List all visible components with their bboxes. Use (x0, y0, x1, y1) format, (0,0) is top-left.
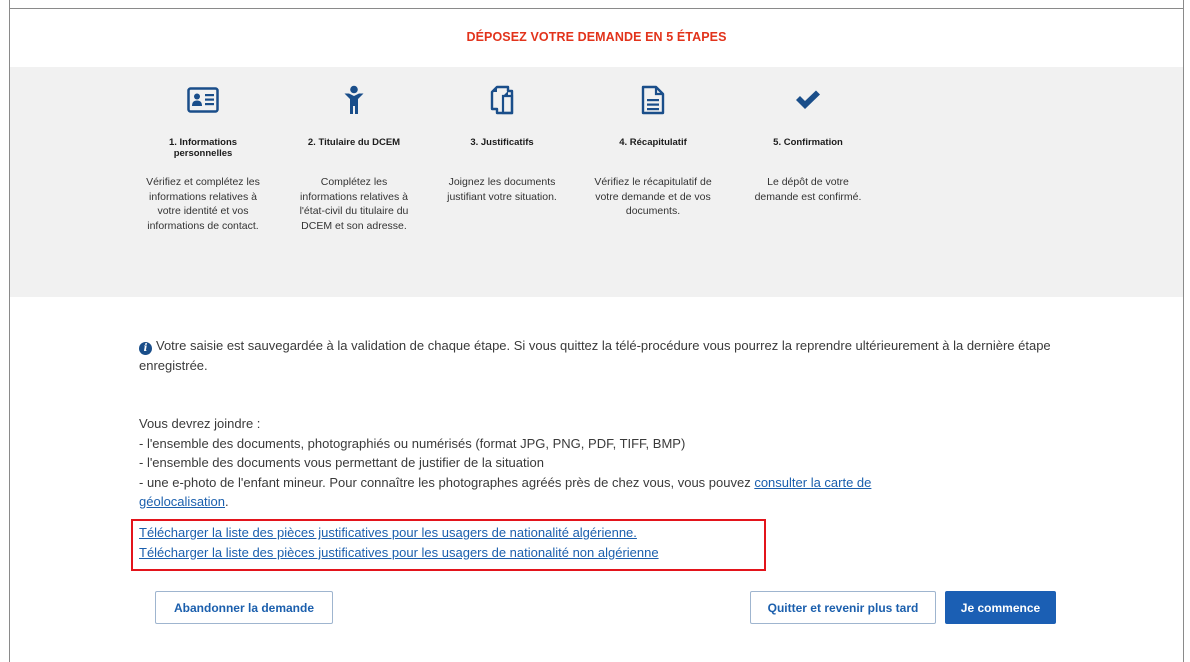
steps-band: 1. Informations personnelles Vérifiez et… (10, 67, 1183, 297)
step-label: 2. Titulaire du DCEM (307, 137, 401, 148)
step-informations-personnelles: 1. Informations personnelles Vérifiez et… (143, 85, 263, 233)
start-button[interactable]: Je commence (945, 591, 1056, 624)
requirement-item-text: - une e-photo de l'enfant mineur. Pour c… (139, 474, 755, 490)
step-titulaire-dcem: 2. Titulaire du DCEM Complétez les infor… (294, 85, 414, 233)
step-description: Complétez les informations relatives à l… (299, 176, 409, 232)
requirement-item: - une e-photo de l'enfant mineur. Pour c… (139, 473, 1059, 493)
download-links: Télécharger la liste des pièces justific… (139, 523, 659, 562)
requirements-intro: Vous devrez joindre : (139, 416, 261, 431)
info-icon: i (139, 342, 152, 355)
child-person-icon (294, 85, 414, 115)
download-algerian-list-link[interactable]: Télécharger la liste des pièces justific… (139, 525, 637, 540)
step-description: Le dépôt de votre demande est confirmé. (754, 176, 862, 203)
requirement-item-continued: géolocalisation. (139, 492, 1059, 512)
id-card-icon (143, 85, 263, 115)
step-recapitulatif: 4. Récapitulatif Vérifiez le récapitulat… (593, 85, 713, 219)
step-label: 1. Informations personnelles (168, 137, 238, 159)
step-description: Joignez les documents justifiant votre s… (447, 176, 557, 203)
checkmark-icon (748, 85, 868, 115)
geolocation-map-link[interactable]: consulter la carte de (754, 475, 871, 490)
documents-icon (442, 85, 562, 115)
step-label: 5. Confirmation (773, 137, 843, 148)
abandon-request-button[interactable]: Abandonner la demande (155, 591, 333, 624)
step-label: 3. Justificatifs (470, 137, 534, 148)
step-justificatifs: 3. Justificatifs Joignez les documents j… (442, 85, 562, 204)
step-confirmation: 5. Confirmation Le dépôt de votre demand… (748, 85, 868, 204)
requirement-item: - l'ensemble des documents vous permetta… (139, 455, 544, 470)
file-text-icon (593, 85, 713, 115)
quit-and-return-later-button[interactable]: Quitter et revenir plus tard (750, 591, 936, 624)
save-info-text: Votre saisie est sauvegardée à la valida… (139, 338, 1051, 373)
requirements-list: Vous devrez joindre : - l'ensemble des d… (139, 414, 1059, 512)
requirement-item-suffix: . (225, 494, 229, 509)
step-description: Vérifiez et complétez les informations r… (146, 176, 260, 232)
step-label: 4. Récapitulatif (619, 137, 687, 148)
geolocation-map-link-continued[interactable]: géolocalisation (139, 494, 225, 509)
download-non-algerian-list-link[interactable]: Télécharger la liste des pièces justific… (139, 545, 659, 560)
requirement-item: - l'ensemble des documents, photographié… (139, 435, 686, 451)
save-info-message: i Votre saisie est sauvegardée à la valid… (139, 336, 1059, 376)
step-description: Vérifiez le récapitulatif de votre deman… (594, 176, 712, 217)
frame-top-border (9, 8, 1184, 9)
page-title: DÉPOSEZ VOTRE DEMANDE EN 5 ÉTAPES (466, 30, 727, 44)
